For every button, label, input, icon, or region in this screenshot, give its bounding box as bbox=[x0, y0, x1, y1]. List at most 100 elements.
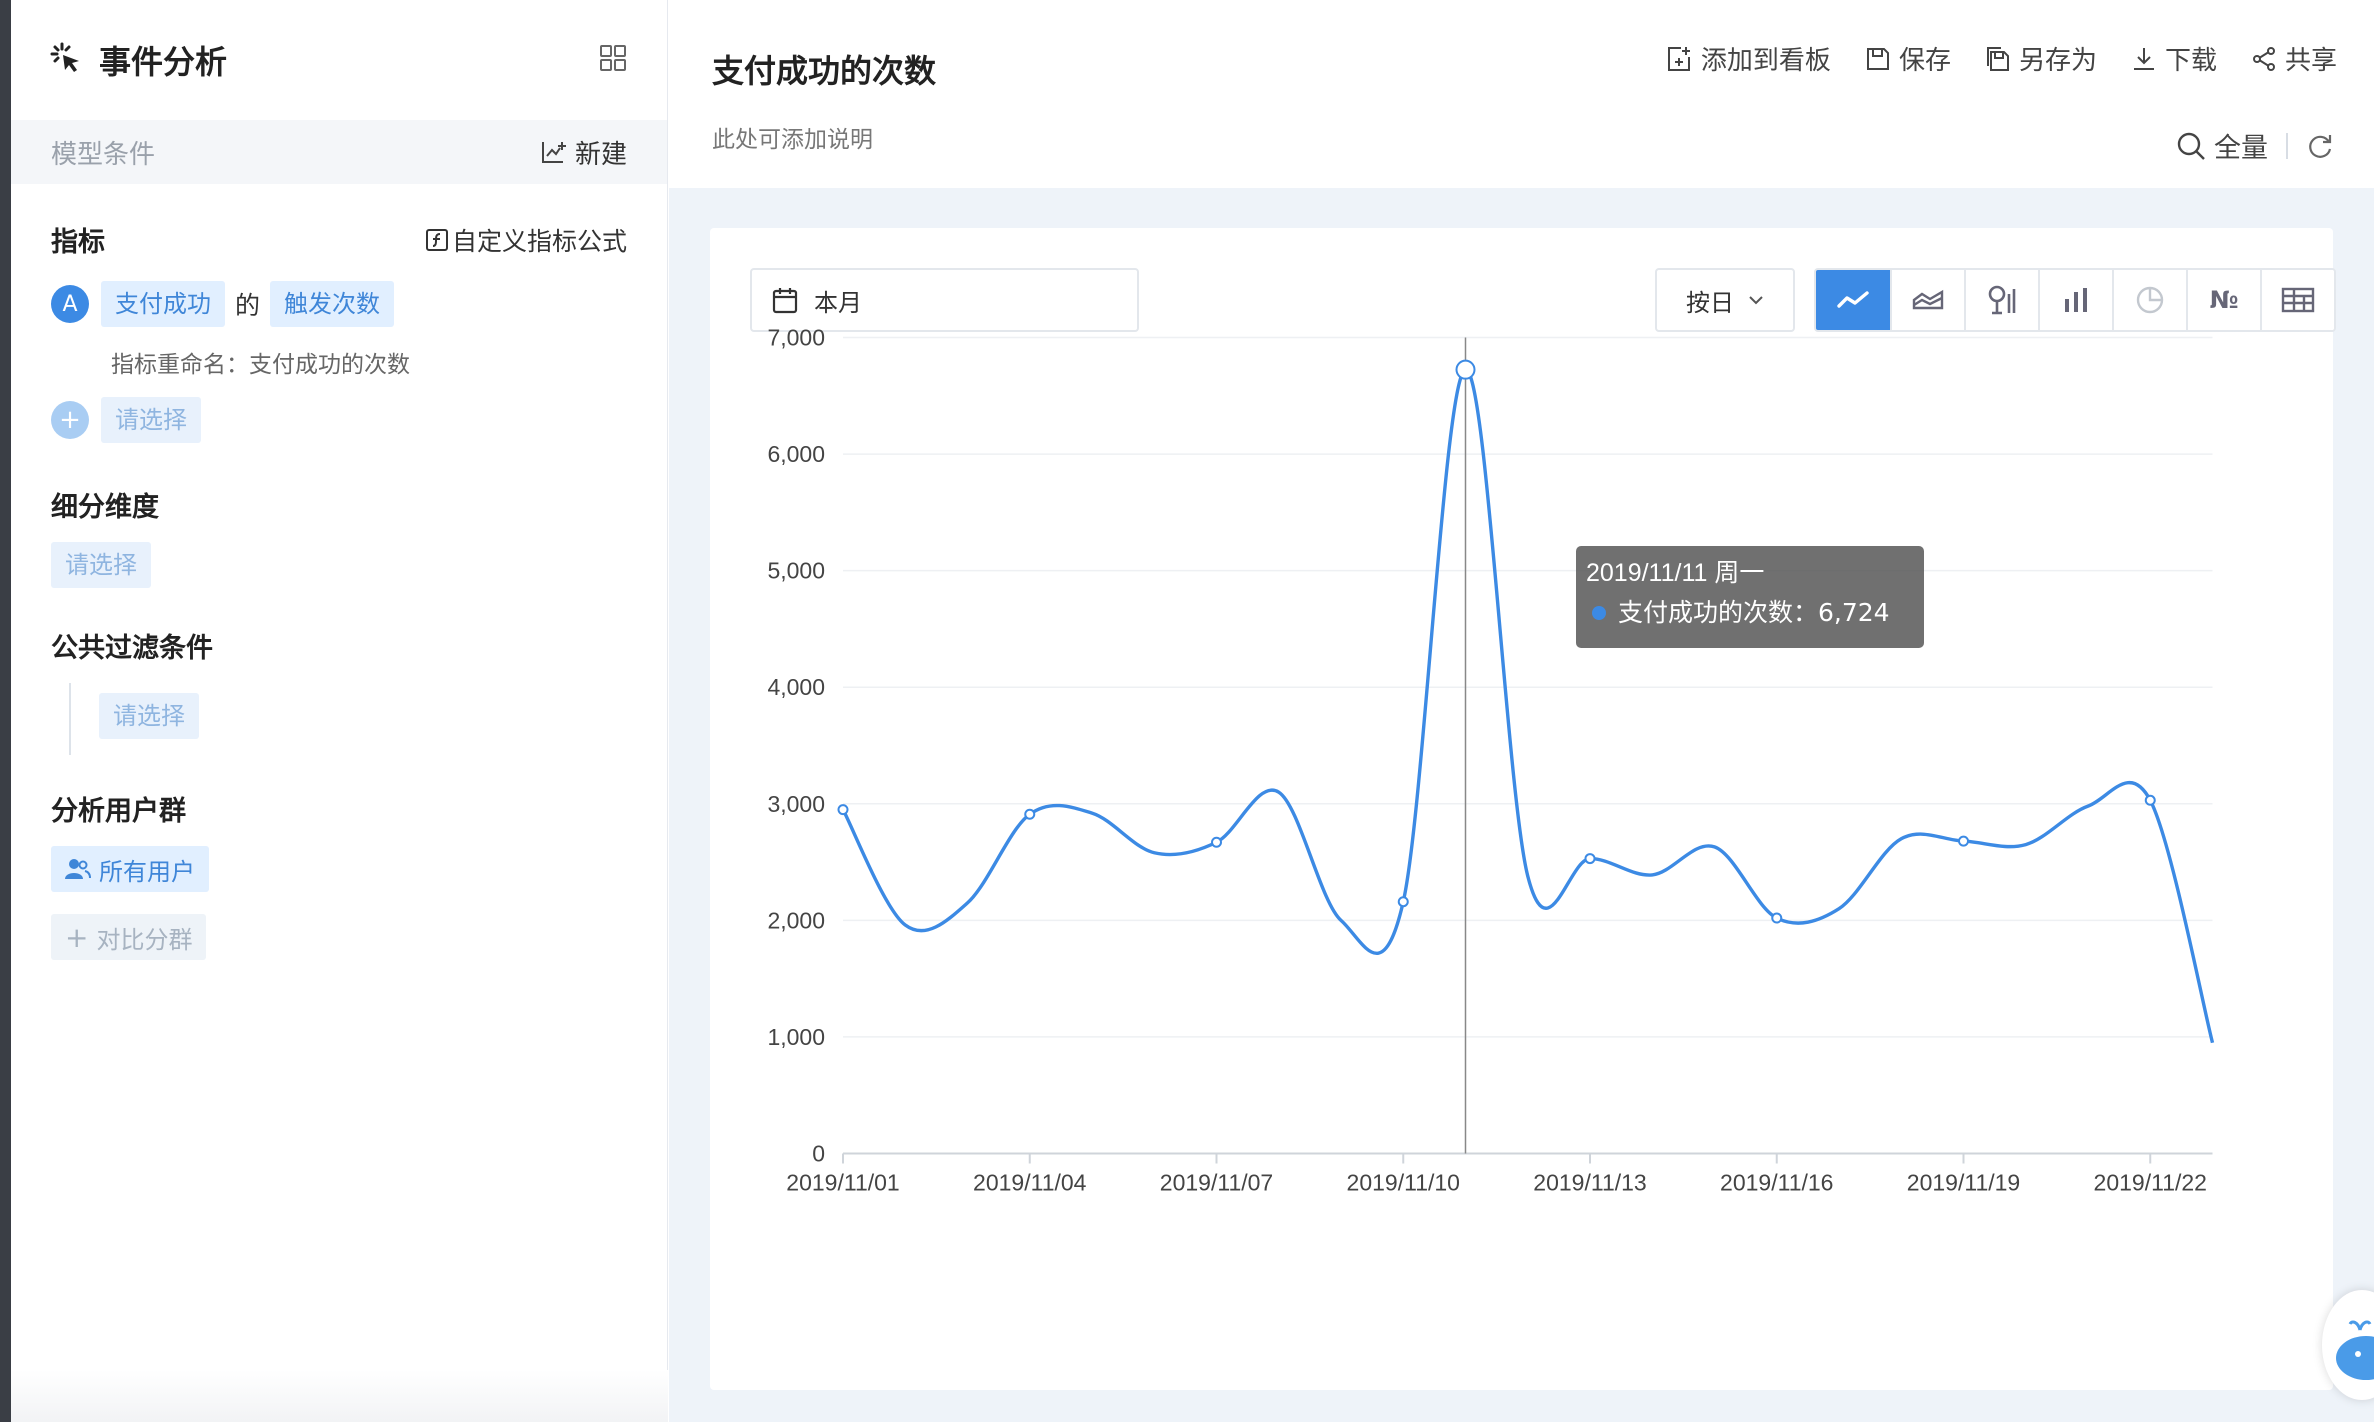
data-point[interactable] bbox=[1455, 359, 1476, 380]
custom-formula-button[interactable]: 自定义指标公式 bbox=[425, 222, 627, 258]
metric-badge: A bbox=[51, 285, 89, 323]
tooltip-series: 支付成功的次数： bbox=[1618, 598, 1819, 627]
y-tick-label: 2,000 bbox=[767, 907, 825, 933]
save-label: 保存 bbox=[1898, 46, 1951, 76]
tooltip-row: 支付成功的次数： 6,724 bbox=[1586, 592, 1914, 634]
formula-icon bbox=[425, 228, 448, 251]
refresh-icon[interactable] bbox=[2306, 132, 2334, 160]
share-label: 共享 bbox=[2284, 46, 2337, 76]
tooltip-value: 6,724 bbox=[1818, 598, 1890, 627]
sidebar-title: 事件分析 bbox=[99, 43, 228, 81]
chart-card: 本月 按日 № 0 1,000 2,000 3,000 4,000 5,000 … bbox=[710, 228, 2336, 1390]
compare-group-label: 对比分群 bbox=[96, 925, 193, 954]
x-tick-label: 2019/11/01 bbox=[786, 1170, 899, 1196]
save-as-label: 另存为 bbox=[2018, 46, 2097, 76]
user-group-title: 分析用户群 bbox=[51, 796, 186, 827]
compare-group-button[interactable]: + 对比分群 bbox=[51, 914, 207, 960]
sidebar-bottom-fade bbox=[11, 1370, 668, 1422]
y-tick-label: 1,000 bbox=[767, 1024, 825, 1050]
series-line bbox=[841, 367, 2215, 1044]
x-tick-label: 2019/11/16 bbox=[1720, 1170, 1833, 1196]
y-tick-label: 6,000 bbox=[767, 441, 825, 467]
add-to-dashboard-button[interactable]: 添加到看板 bbox=[1665, 40, 1831, 77]
search-icon[interactable] bbox=[2176, 131, 2206, 161]
x-tick-label: 2019/11/13 bbox=[1533, 1170, 1646, 1196]
scope-label[interactable]: 全量 bbox=[2214, 126, 2268, 165]
data-point[interactable] bbox=[1584, 853, 1596, 865]
download-label: 下载 bbox=[2164, 46, 2217, 76]
x-tick-label: 2019/11/07 bbox=[1160, 1170, 1273, 1196]
new-model-button[interactable]: 新建 bbox=[541, 134, 627, 171]
download-button[interactable]: 下载 bbox=[2131, 40, 2217, 77]
whale-icon bbox=[2336, 1320, 2374, 1380]
grid-menu-icon[interactable] bbox=[599, 44, 627, 76]
assistant-whale-button[interactable] bbox=[2322, 1290, 2374, 1400]
model-conditions-bar: 模型条件 新建 bbox=[11, 120, 667, 184]
y-tick-label: 3,000 bbox=[767, 791, 825, 817]
filter-section: 公共过滤条件 请选择 bbox=[11, 626, 667, 755]
sidebar: 事件分析 模型条件 新建 指标 自定义指标公式 A 支付成功 的 触发次数 指标… bbox=[11, 0, 668, 1422]
tooltip-date: 2019/11/11 周一 bbox=[1586, 559, 1765, 587]
x-tick-label: 2019/11/22 bbox=[2094, 1170, 2207, 1196]
toolbar-divider bbox=[2286, 132, 2288, 159]
save-as-button[interactable]: 另存为 bbox=[1985, 40, 2097, 77]
cursor-click-icon bbox=[49, 41, 83, 79]
x-tick-label: 2019/11/19 bbox=[1907, 1170, 2020, 1196]
filter-connector bbox=[69, 683, 71, 755]
dimension-select[interactable]: 请选择 bbox=[51, 542, 151, 588]
metric-item: A 支付成功 的 触发次数 bbox=[11, 281, 667, 327]
share-button[interactable]: 共享 bbox=[2251, 40, 2337, 77]
y-tick-label: 7,000 bbox=[767, 325, 825, 351]
x-tick-label: 2019/11/04 bbox=[973, 1170, 1087, 1196]
y-tick-label: 5,000 bbox=[767, 558, 825, 584]
data-point[interactable] bbox=[1211, 836, 1222, 848]
report-header: 支付成功的次数 此处可添加说明 添加到看板 保存 另存为 下载 共享 全量 bbox=[669, 0, 2374, 188]
share-icon bbox=[2252, 46, 2275, 71]
x-tick-label: 2019/11/10 bbox=[1347, 1170, 1460, 1196]
filter-title: 公共过滤条件 bbox=[51, 633, 213, 664]
report-toolbar: 添加到看板 保存 另存为 下载 共享 bbox=[1631, 40, 2337, 77]
y-tick-label: 4,000 bbox=[767, 674, 825, 700]
save-as-icon bbox=[1986, 46, 2009, 71]
custom-formula-label: 自定义指标公式 bbox=[451, 226, 627, 256]
window-edge bbox=[0, 0, 11, 1422]
of-text: 的 bbox=[235, 291, 261, 320]
all-users-label: 所有用户 bbox=[99, 857, 195, 886]
add-metric-row: + 请选择 bbox=[11, 397, 667, 443]
download-icon bbox=[2133, 47, 2154, 70]
data-point[interactable] bbox=[1771, 912, 1783, 924]
chart-tooltip: 2019/11/11 周一 支付成功的次数： 6,724 bbox=[1576, 546, 1924, 648]
filter-select[interactable]: 请选择 bbox=[99, 693, 199, 739]
new-model-label: 新建 bbox=[574, 139, 627, 170]
data-point[interactable] bbox=[837, 804, 849, 816]
save-button[interactable]: 保存 bbox=[1865, 40, 1951, 77]
add-to-dashboard-icon bbox=[1667, 46, 1690, 71]
chart-add-icon bbox=[541, 142, 566, 163]
user-group-section: 分析用户群 所有用户 + 对比分群 bbox=[11, 789, 667, 960]
dimension-section: 细分维度 请选择 bbox=[11, 485, 667, 588]
data-point[interactable] bbox=[1397, 896, 1409, 908]
metrics-section-header: 指标 自定义指标公式 bbox=[11, 220, 667, 259]
page-title[interactable]: 支付成功的次数 bbox=[712, 46, 936, 92]
dimension-title: 细分维度 bbox=[51, 492, 159, 523]
scope-toolbar: 全量 bbox=[2176, 126, 2334, 165]
measure-select[interactable]: 触发次数 bbox=[270, 281, 395, 327]
data-point[interactable] bbox=[1958, 835, 1969, 847]
page-description[interactable]: 此处可添加说明 bbox=[712, 120, 873, 154]
y-tick-label: 0 bbox=[812, 1141, 825, 1167]
model-conditions-label: 模型条件 bbox=[51, 139, 156, 170]
all-users-button[interactable]: 所有用户 bbox=[51, 846, 209, 892]
metrics-title: 指标 bbox=[51, 227, 105, 258]
sidebar-header: 事件分析 bbox=[11, 0, 667, 120]
plus-icon: + bbox=[65, 920, 89, 954]
data-point[interactable] bbox=[2144, 794, 2156, 806]
add-metric-select[interactable]: 请选择 bbox=[101, 397, 201, 443]
main-panel: 支付成功的次数 此处可添加说明 添加到看板 保存 另存为 下载 共享 全量 本月… bbox=[669, 0, 2374, 1422]
add-to-dashboard-label: 添加到看板 bbox=[1700, 46, 1831, 76]
event-select[interactable]: 支付成功 bbox=[101, 281, 225, 327]
line-chart[interactable]: 0 1,000 2,000 3,000 4,000 5,000 6,000 7,000 2019… bbox=[710, 228, 2333, 1390]
data-point[interactable] bbox=[1024, 808, 1036, 820]
metric-rename[interactable]: 指标重命名：支付成功的次数 bbox=[11, 345, 667, 379]
users-icon bbox=[65, 859, 91, 879]
add-metric-button[interactable]: + bbox=[51, 401, 89, 439]
